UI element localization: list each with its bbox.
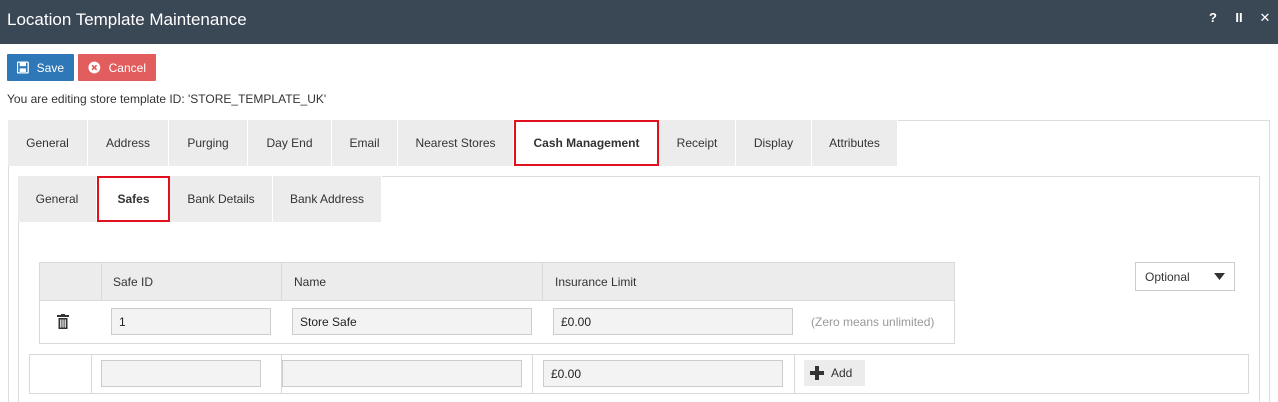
tab-label: Attributes <box>829 136 880 150</box>
column-divider <box>532 355 533 393</box>
column-divider <box>794 355 795 393</box>
add-label: Add <box>831 366 853 380</box>
tab-label: Address <box>105 136 151 150</box>
tab-nearest-stores[interactable]: Nearest Stores <box>398 120 514 166</box>
toolbar: Save Cancel <box>7 54 156 81</box>
help-icon[interactable]: ? <box>1206 10 1220 26</box>
column-divider <box>281 263 282 301</box>
header-insurance-limit: Insurance Limit <box>555 275 637 289</box>
subtab-label: Bank Address <box>289 192 365 206</box>
tab-purging[interactable]: Purging <box>169 120 248 166</box>
tab-receipt[interactable]: Receipt <box>659 120 736 166</box>
cancel-button[interactable]: Cancel <box>78 54 156 81</box>
new-insurance-limit-field[interactable]: £0.00 <box>543 360 783 387</box>
tab-day-end[interactable]: Day End <box>248 120 332 166</box>
pause-icon[interactable]: II <box>1232 10 1246 26</box>
tab-display[interactable]: Display <box>736 120 812 166</box>
cancel-icon <box>88 61 101 74</box>
sub-tabs: General Safes Bank Details Bank Address <box>18 176 382 222</box>
main-tabs: General Address Purging Day End Email Ne… <box>8 120 898 166</box>
tab-label: Email <box>349 136 380 150</box>
safe-name-field[interactable]: Store Safe <box>292 308 532 335</box>
save-label: Save <box>36 60 64 75</box>
plus-icon <box>810 366 824 380</box>
tab-address[interactable]: Address <box>88 120 169 166</box>
safe-id-field[interactable]: 1 <box>111 308 271 335</box>
optional-select[interactable]: Optional <box>1135 262 1235 291</box>
trash-icon[interactable] <box>57 314 69 329</box>
window-title: Location Template Maintenance <box>7 10 247 29</box>
new-safe-id-field[interactable] <box>101 360 261 387</box>
table-header <box>40 263 954 301</box>
column-divider <box>101 263 102 301</box>
editing-info: You are editing store template ID: 'STOR… <box>7 92 327 106</box>
save-button[interactable]: Save <box>7 54 74 81</box>
insurance-limit-field[interactable]: £0.00 <box>553 308 793 335</box>
column-divider <box>91 355 92 393</box>
tab-label: Purging <box>187 136 229 150</box>
tab-label: General <box>26 136 69 150</box>
cancel-label: Cancel <box>108 60 146 75</box>
tab-attributes[interactable]: Attributes <box>812 120 898 166</box>
tab-label: Display <box>753 136 794 150</box>
subtab-label: Safes <box>117 192 150 206</box>
chevron-down-icon <box>1214 273 1225 280</box>
tab-general[interactable]: General <box>8 120 88 166</box>
subtab-label: General <box>35 192 79 206</box>
subtab-general[interactable]: General <box>18 176 97 222</box>
subtab-label: Bank Details <box>187 192 255 206</box>
close-icon[interactable]: ✕ <box>1258 10 1272 26</box>
optional-select-value: Optional <box>1145 269 1190 284</box>
header-name: Name <box>294 275 327 289</box>
new-safe-name-field[interactable] <box>282 360 522 387</box>
tab-email[interactable]: Email <box>332 120 398 166</box>
header-safe-id: Safe ID <box>113 275 154 289</box>
window-controls: ? II ✕ <box>1206 10 1272 26</box>
column-divider <box>542 263 543 301</box>
tab-cash-management[interactable]: Cash Management <box>514 120 659 166</box>
tab-label: Cash Management <box>533 136 640 150</box>
tab-label: Nearest Stores <box>415 136 496 150</box>
tab-label: Receipt <box>676 136 718 150</box>
subtab-safes[interactable]: Safes <box>97 176 170 222</box>
subtab-bank-details[interactable]: Bank Details <box>170 176 273 222</box>
add-button[interactable]: Add <box>804 360 865 386</box>
tab-label: Day End <box>266 136 313 150</box>
save-icon <box>17 61 29 74</box>
title-bar: Location Template Maintenance ? II ✕ <box>0 0 1278 44</box>
zero-unlimited-hint: (Zero means unlimited) <box>811 315 935 329</box>
subtab-bank-address[interactable]: Bank Address <box>273 176 382 222</box>
